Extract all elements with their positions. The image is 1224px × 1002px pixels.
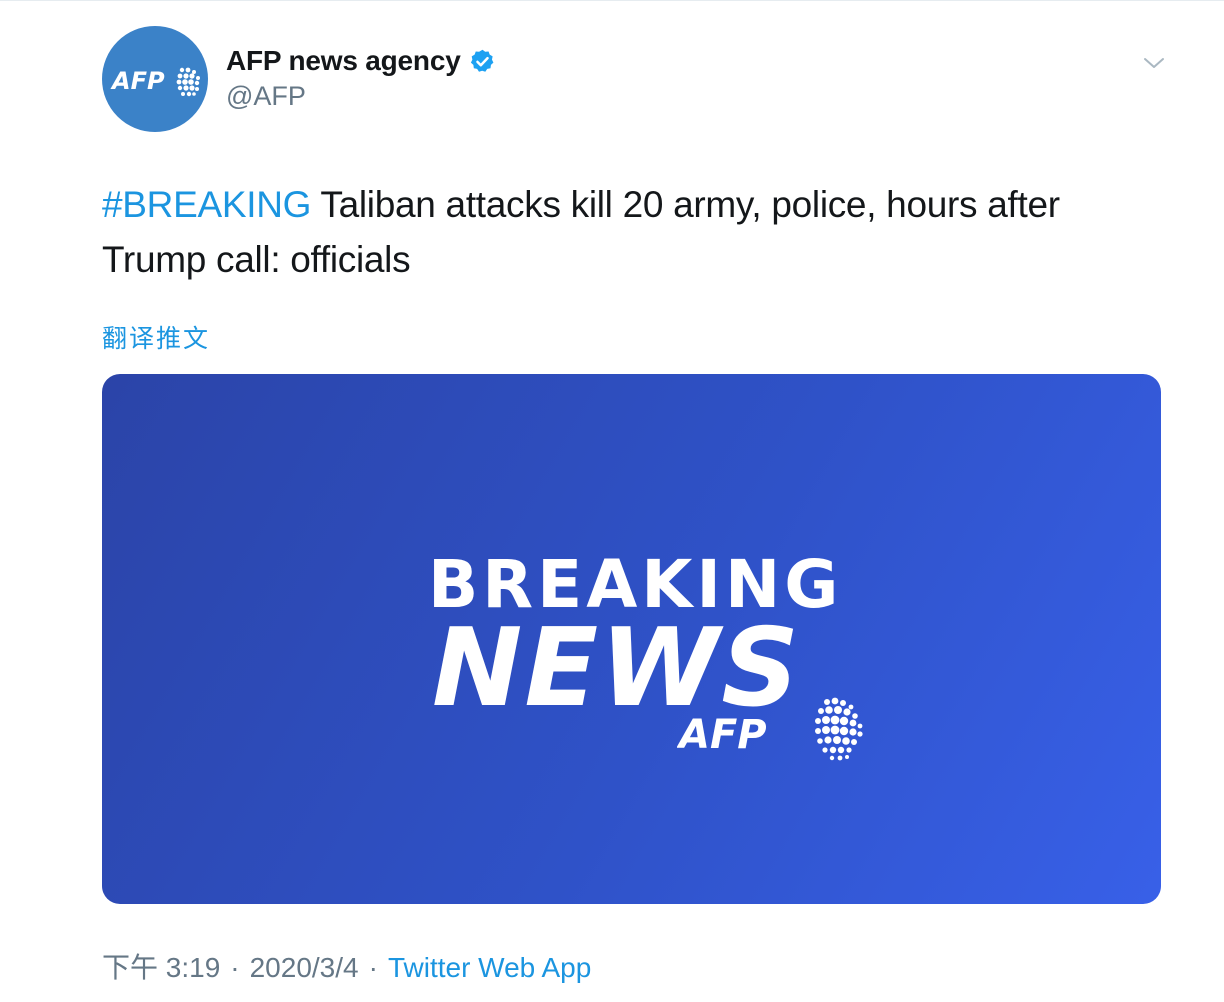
media-logo-text: AFP: [677, 712, 767, 758]
tweet-meta: 下午 3:19 · 2020/3/4 · Twitter Web App: [102, 946, 591, 986]
hashtag-link[interactable]: #BREAKING: [102, 184, 311, 225]
verified-badge-icon: [470, 49, 493, 72]
media-image[interactable]: BREAKING NEWS AFP: [102, 374, 1161, 904]
tweet-date[interactable]: 2020/3/4: [250, 952, 359, 983]
svg-text:AFP: AFP: [110, 67, 165, 95]
afp-logo-icon: AFP: [677, 697, 863, 761]
author-handle[interactable]: @AFP: [226, 81, 306, 112]
tweet-source-link[interactable]: Twitter Web App: [388, 952, 591, 983]
author-display-name[interactable]: AFP news agency: [226, 45, 461, 77]
tweet-text: #BREAKING Taliban attacks kill 20 army, …: [102, 177, 1102, 287]
meta-separator: ·: [230, 952, 240, 983]
translate-tweet-link[interactable]: 翻译推文: [102, 319, 210, 355]
tweet-card: AFP AFP news agency @AFP #BREAKING Talib…: [0, 0, 1224, 1002]
chevron-down-icon[interactable]: [1143, 55, 1165, 71]
afp-logo-icon: AFP: [110, 67, 200, 97]
author-name-row: AFP news agency: [226, 45, 496, 77]
meta-separator: ·: [368, 952, 378, 983]
tweet-time[interactable]: 下午 3:19: [102, 952, 220, 983]
avatar[interactable]: AFP: [102, 26, 208, 132]
